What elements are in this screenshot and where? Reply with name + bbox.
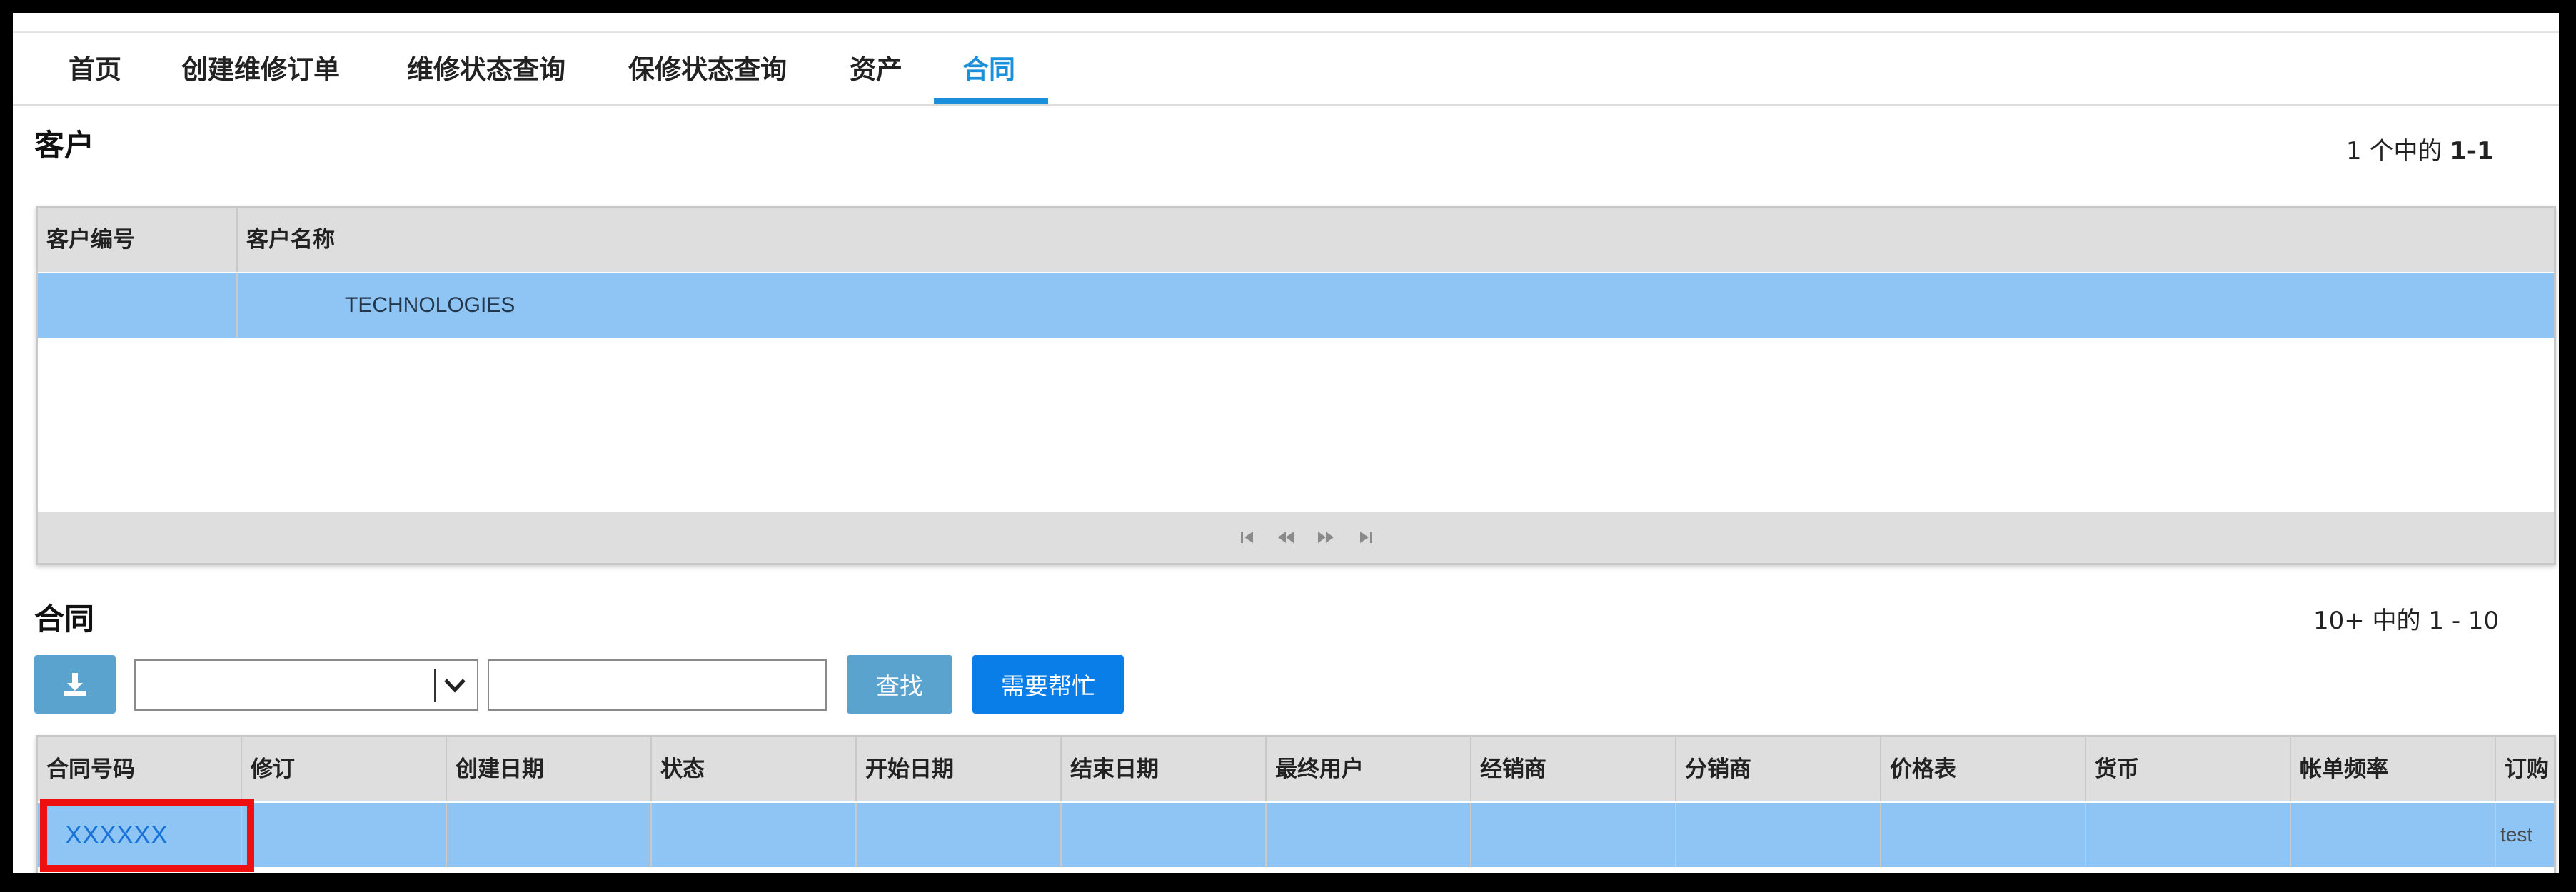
column-header-order[interactable]: 订购 (2496, 737, 2554, 801)
column-header-price-list[interactable]: 价格表 (1881, 737, 2086, 801)
column-header-customer-id[interactable]: 客户编号 (38, 208, 238, 272)
cell-currency (2086, 803, 2291, 867)
contract-pager-prefix: 10+ 中的 (2313, 607, 2421, 635)
customer-pager-range: 1-1 (2450, 137, 2494, 166)
last-page-icon[interactable] (1356, 527, 1376, 547)
table-row[interactable]: XXXXXX test (38, 803, 2554, 867)
cell-distributor (1676, 803, 1881, 867)
main-nav: 首页 创建维修订单 维修状态查询 保修状态查询 资产 合同 (13, 34, 2559, 106)
page: 首页 创建维修订单 维修状态查询 保修状态查询 资产 合同 客户 1 个中的 1… (13, 13, 2559, 873)
first-page-icon[interactable] (1237, 527, 1257, 547)
cell-contract-no: XXXXXX (38, 803, 242, 867)
contract-number-link[interactable]: XXXXXX (65, 820, 168, 849)
tab-repair-status[interactable]: 维修状态查询 (407, 34, 565, 106)
table-row[interactable]: TECHNOLOGIES (38, 273, 2554, 338)
cell-start-date (857, 803, 1062, 867)
customer-pager: 1 个中的 1-1 (2346, 131, 2494, 166)
column-header-end-date[interactable]: 结束日期 (1062, 737, 1267, 801)
next-page-icon[interactable] (1316, 527, 1336, 547)
customer-grid-footer (38, 512, 2554, 563)
column-header-end-user[interactable]: 最终用户 (1267, 737, 1471, 801)
cell-end-date (1062, 803, 1267, 867)
column-header-billing-frequency[interactable]: 帐单频率 (2291, 737, 2496, 801)
column-header-revision[interactable]: 修订 (242, 737, 447, 801)
cell-end-user (1267, 803, 1471, 867)
customer-grid-header: 客户编号 客户名称 (38, 208, 2554, 272)
chevron-down-icon (444, 679, 466, 693)
top-strip (13, 13, 2559, 33)
contract-pager-range: 1 - 10 (2428, 607, 2500, 635)
tab-home[interactable]: 首页 (69, 34, 121, 106)
customer-section-title: 客户 (34, 128, 95, 163)
download-icon (64, 673, 86, 696)
filter-select[interactable] (134, 659, 478, 711)
cell-billing-frequency (2291, 803, 2496, 867)
prev-page-icon[interactable] (1276, 527, 1296, 547)
contract-grid-header: 合同号码 修订 创建日期 状态 开始日期 结束日期 最终用户 经销商 分销商 价… (38, 737, 2554, 801)
tab-warranty-status[interactable]: 保修状态查询 (628, 34, 787, 106)
column-header-dealer[interactable]: 经销商 (1471, 737, 1676, 801)
search-input[interactable] (488, 659, 827, 711)
column-header-currency[interactable]: 货币 (2086, 737, 2291, 801)
cell-dealer (1471, 803, 1676, 867)
contract-section-title: 合同 (34, 602, 95, 637)
find-button[interactable]: 查找 (847, 655, 952, 714)
column-header-customer-name[interactable]: 客户名称 (238, 208, 2554, 272)
cell-customer-name: TECHNOLOGIES (345, 293, 515, 317)
column-header-created-date[interactable]: 创建日期 (447, 737, 652, 801)
active-tab-indicator (934, 98, 1048, 104)
cell-created-date (447, 803, 652, 867)
select-separator (434, 669, 436, 702)
cell-status (652, 803, 857, 867)
contract-pager: 10+ 中的 1 - 10 (2313, 601, 2499, 636)
cell-customer-id (38, 273, 238, 338)
tab-assets[interactable]: 资产 (850, 34, 902, 106)
cell-order: test (2500, 823, 2533, 846)
customer-pager-prefix: 1 个中的 (2346, 137, 2442, 166)
customer-grid: 客户编号 客户名称 TECHNOLOGIES (36, 206, 2556, 565)
column-header-distributor[interactable]: 分销商 (1676, 737, 1881, 801)
tab-create-repair-order[interactable]: 创建维修订单 (181, 34, 340, 106)
contract-grid: 合同号码 修订 创建日期 状态 开始日期 结束日期 最终用户 经销商 分销商 价… (36, 735, 2556, 873)
column-header-start-date[interactable]: 开始日期 (857, 737, 1062, 801)
tab-contracts[interactable]: 合同 (962, 34, 1015, 106)
help-button[interactable]: 需要帮忙 (972, 655, 1124, 714)
cell-revision (242, 803, 447, 867)
cell-price-list (1881, 803, 2086, 867)
download-button[interactable] (34, 655, 116, 714)
column-header-status[interactable]: 状态 (652, 737, 857, 801)
column-header-contract-no[interactable]: 合同号码 (38, 737, 242, 801)
